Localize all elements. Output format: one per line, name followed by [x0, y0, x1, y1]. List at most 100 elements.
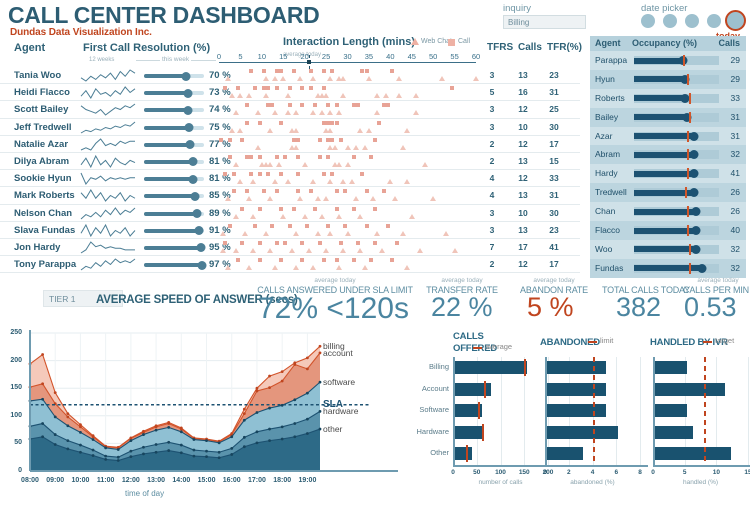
occupancy-bar[interactable] [634, 225, 719, 237]
date-picker-today-selected[interactable] [725, 10, 746, 31]
occupancy-row[interactable]: Flacco 40 [590, 221, 746, 240]
date-picker-dot-3[interactable] [685, 14, 699, 28]
call-marker [364, 189, 369, 194]
interaction-length-scatter [219, 222, 476, 239]
fcr-slider-knob[interactable] [181, 71, 191, 81]
agent-row[interactable]: Mark Roberts 85 % 4 13 31 [0, 187, 580, 205]
fcr-slider[interactable] [144, 88, 204, 98]
agent-row[interactable]: Slava Fundas 91 % 3 13 23 [0, 222, 580, 239]
occupancy-bar[interactable] [634, 111, 719, 123]
occupancy-row[interactable]: Parappa 29 [590, 51, 746, 70]
bar[interactable] [547, 447, 583, 460]
agent-row[interactable]: Jon Hardy 95 % 7 17 41 [0, 239, 580, 257]
fcr-slider[interactable] [144, 243, 206, 253]
web-chat-marker [310, 179, 317, 185]
bar[interactable] [547, 425, 619, 439]
agent-row[interactable]: Jeff Tredwell 75 % 3 10 30 [0, 119, 580, 136]
bar[interactable] [655, 425, 693, 439]
fcr-slider[interactable] [144, 191, 204, 201]
occupancy-bar[interactable] [634, 130, 719, 142]
call-marker [321, 172, 326, 177]
fcr-slider[interactable] [144, 140, 204, 150]
agent-row[interactable]: Heidi Flacco 73 % 5 16 31 [0, 84, 580, 102]
occupancy-bar[interactable] [634, 187, 719, 199]
occupancy-bar[interactable] [634, 206, 719, 218]
occupancy-target-marker [682, 55, 685, 66]
bar-x-tick: 4 [590, 468, 595, 476]
occupancy-row[interactable]: Fundas 32 [590, 258, 746, 278]
bar[interactable] [455, 447, 472, 460]
occupancy-bar[interactable] [634, 92, 719, 104]
agent-row[interactable]: Natalie Azar 77 % 2 12 17 [0, 136, 580, 153]
web-chat-marker [365, 76, 372, 81]
occupancy-bar[interactable] [634, 243, 719, 255]
date-picker-dot-2[interactable] [663, 14, 677, 28]
fcr-slider-knob[interactable] [183, 88, 193, 98]
agent-row[interactable]: Scott Bailey 74 % 3 12 25 [0, 101, 580, 119]
bar[interactable] [455, 425, 485, 439]
fcr-slider-knob[interactable] [185, 140, 195, 150]
agent-row[interactable]: Nelson Chan 89 % 3 10 30 [0, 205, 580, 222]
occupancy-row[interactable]: Tredwell 26 [590, 183, 746, 203]
agent-row[interactable]: Dilya Abram 81 % 2 13 15 [0, 153, 580, 171]
bar[interactable] [547, 382, 607, 396]
fcr-slider[interactable] [144, 260, 207, 270]
bar[interactable] [655, 447, 731, 460]
occupancy-row[interactable]: Azar 31 [590, 126, 746, 146]
fcr-slider[interactable] [144, 71, 204, 81]
occupancy-row[interactable]: Chan 26 [590, 202, 746, 222]
fcr-slider-knob[interactable] [188, 174, 198, 184]
column-header-interaction-length: Interaction Length (mins) [283, 36, 415, 48]
occupancy-row[interactable]: Roberts 33 [590, 88, 746, 108]
fcr-slider-knob[interactable] [188, 157, 198, 167]
fcr-slider[interactable] [144, 174, 204, 184]
fcr-slider-knob[interactable] [183, 105, 193, 115]
fcr-slider-knob[interactable] [190, 191, 200, 201]
bar[interactable] [655, 361, 687, 374]
agent-row[interactable]: Tania Woo 70 % 3 13 23 [0, 67, 580, 85]
occupancy-row[interactable]: Hardy 41 [590, 164, 746, 184]
web-chat-marker [374, 230, 381, 236]
occupancy-calls-value: 29 [730, 55, 740, 65]
date-picker-dot-1[interactable] [641, 14, 655, 28]
fcr-slider-knob[interactable] [184, 123, 194, 133]
occupancy-bar[interactable] [634, 149, 719, 161]
agent-row[interactable]: Tony Parappa 97 % 2 12 17 [0, 256, 580, 274]
occupancy-row[interactable]: Hyun 29 [590, 69, 746, 89]
inquiry-input[interactable]: Billing [503, 15, 586, 29]
bar[interactable] [547, 404, 607, 417]
fcr-slider[interactable] [144, 226, 204, 236]
occupancy-row[interactable]: Woo 32 [590, 239, 746, 259]
call-marker [317, 240, 322, 245]
web-chat-marker [327, 76, 334, 81]
abandon-rate-average-today-label: average today [533, 277, 575, 284]
bar-average-marker [481, 423, 484, 441]
bar[interactable] [655, 404, 687, 417]
agent-tfr-value: 15 [549, 155, 559, 166]
agent-row[interactable]: Sookie Hyun 81 % 4 12 33 [0, 170, 580, 188]
web-chat-marker [293, 110, 300, 116]
occupancy-bar[interactable] [634, 168, 719, 180]
bar[interactable] [655, 382, 725, 396]
occupancy-bar[interactable] [634, 73, 719, 85]
web-chat-marker [340, 93, 347, 99]
fcr-slider[interactable] [144, 157, 204, 167]
occupancy-agent-name: Fundas [595, 262, 624, 273]
date-picker-dot-4[interactable] [707, 14, 721, 28]
occupancy-bar[interactable] [634, 55, 719, 66]
agent-tfrs-value: 4 [489, 190, 495, 201]
web-chat-marker [413, 110, 420, 116]
fcr-slider-knob[interactable] [192, 209, 202, 218]
fcr-slider[interactable] [144, 209, 204, 218]
occupancy-row[interactable]: Bailey 31 [590, 107, 746, 127]
fcr-slider[interactable] [144, 105, 204, 115]
fcr-slider-knob[interactable] [196, 243, 206, 253]
bar[interactable] [455, 361, 528, 374]
fcr-slider-knob[interactable] [197, 260, 207, 270]
occupancy-bar[interactable] [634, 262, 719, 274]
fcr-slider-knob[interactable] [194, 226, 204, 236]
occupancy-row[interactable]: Abram 32 [590, 145, 746, 165]
fcr-slider[interactable] [144, 123, 204, 133]
bar[interactable] [547, 361, 607, 374]
call-marker [248, 69, 253, 73]
